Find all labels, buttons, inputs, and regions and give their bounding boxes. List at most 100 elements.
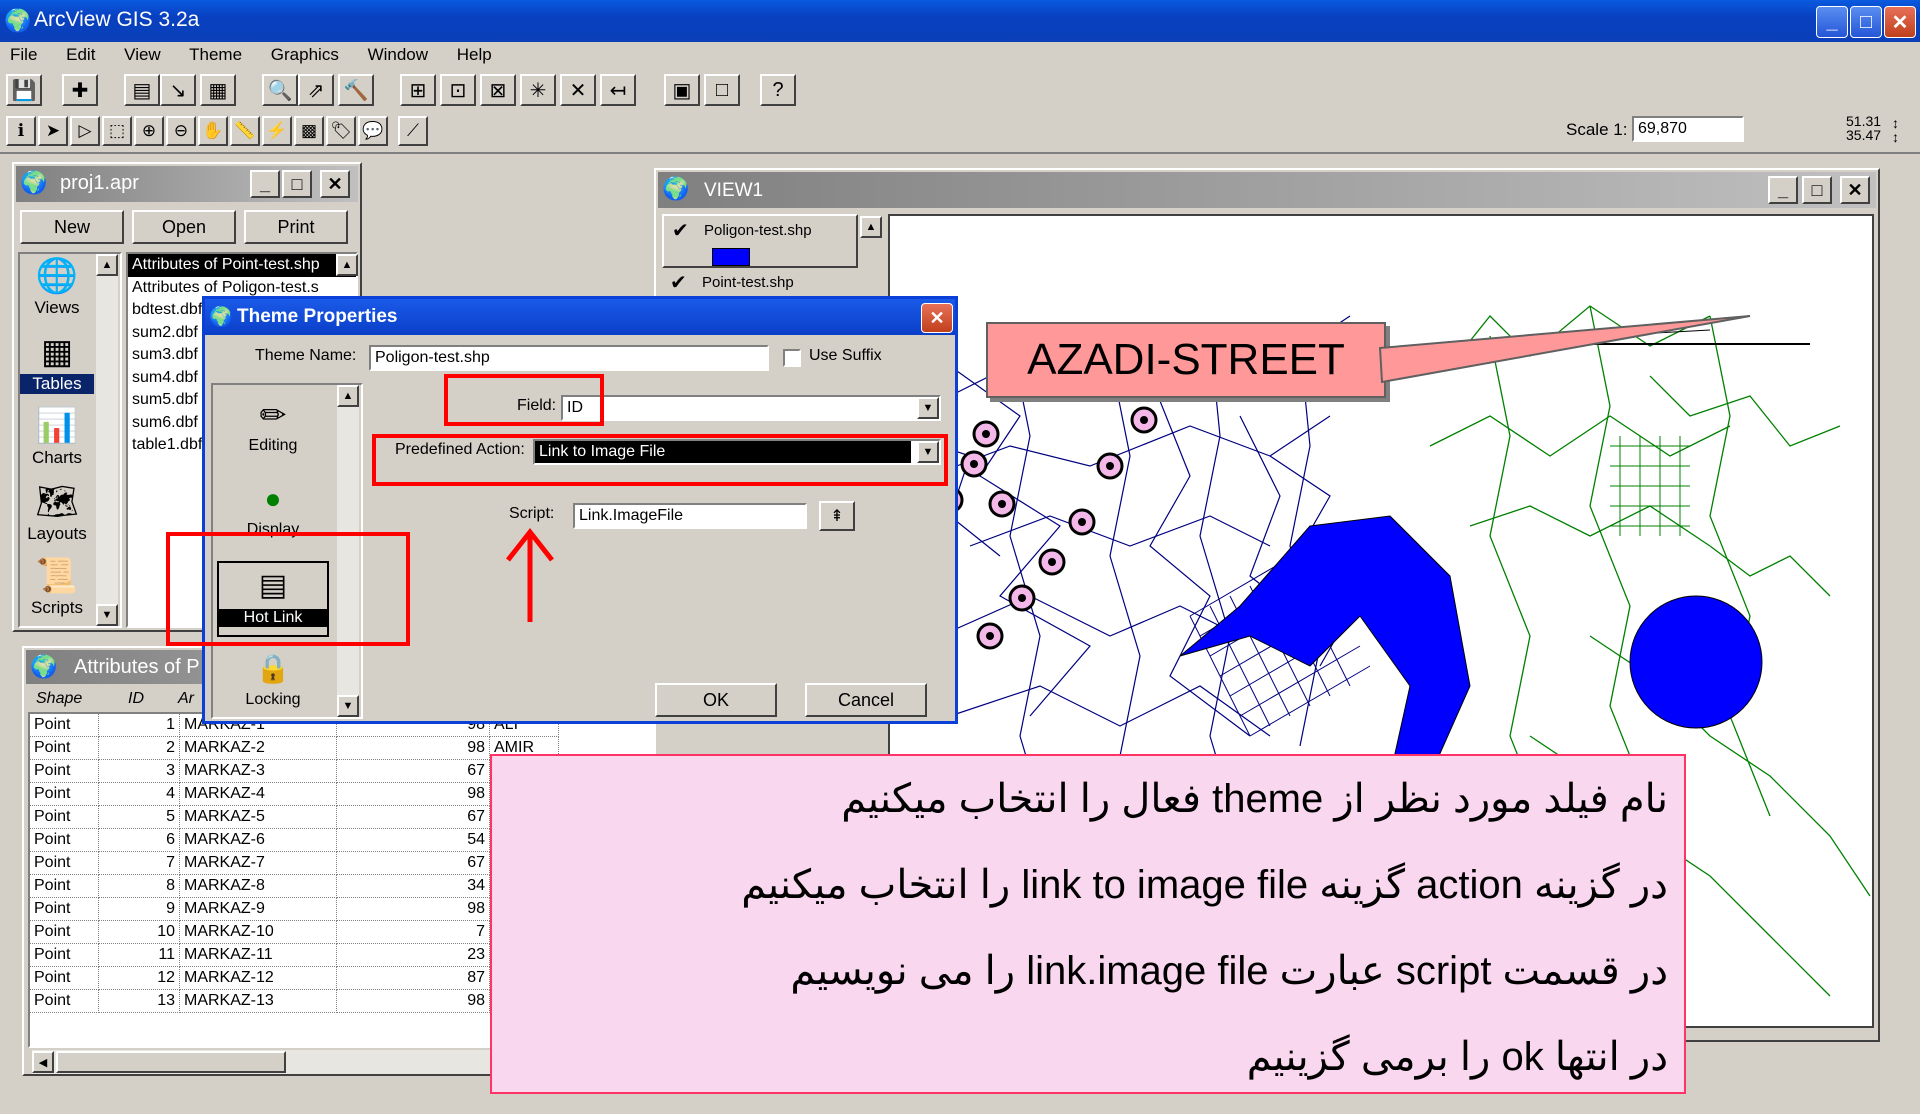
label-icon[interactable]: 🏷: [326, 116, 356, 146]
menu-file[interactable]: File: [10, 45, 37, 64]
table-row[interactable]: Point 13 MARKAZ-13 98: [30, 989, 559, 1013]
menu-help[interactable]: Help: [457, 45, 492, 64]
ok-button[interactable]: OK: [655, 683, 777, 717]
table-row[interactable]: Point7MARKAZ-767J: [30, 851, 559, 875]
zoom-out-fixed-icon[interactable]: ✕: [560, 74, 596, 106]
views-item[interactable]: 🌐 Views: [20, 254, 94, 328]
table-list-item[interactable]: Attributes of Point-test.shp: [128, 254, 356, 277]
find-icon[interactable]: 🔍: [262, 74, 298, 106]
zoom-selected-icon[interactable]: ⊠: [480, 74, 516, 106]
project-minimize-button[interactable]: _: [250, 170, 280, 198]
open-table-icon[interactable]: ▦: [200, 74, 236, 106]
add-theme-icon[interactable]: ✚: [62, 74, 98, 106]
scroll-up-icon[interactable]: ▲: [96, 254, 118, 276]
menu-view[interactable]: View: [124, 45, 161, 64]
table-row[interactable]: Point4MARKAZ-498T: [30, 782, 559, 806]
table-row[interactable]: Point10MARKAZ-107G: [30, 920, 559, 944]
help-icon[interactable]: ?: [760, 74, 796, 106]
locate-address-icon[interactable]: ⇗: [298, 74, 334, 106]
script-browse-button[interactable]: ⇞: [819, 501, 855, 531]
minimize-button[interactable]: _: [1816, 6, 1848, 38]
charts-item[interactable]: 📊 Charts: [20, 404, 94, 478]
category-scroll-up-icon[interactable]: ▲: [337, 385, 359, 407]
project-open-button[interactable]: Open: [132, 210, 236, 244]
table-row[interactable]: Point5MARKAZ-567E: [30, 805, 559, 829]
theme-properties-icon[interactable]: ▤: [124, 74, 160, 106]
project-maximize-button[interactable]: □: [282, 170, 312, 198]
table-row[interactable]: Point3MARKAZ-367Z: [30, 759, 559, 783]
pan-icon[interactable]: ✋: [198, 116, 228, 146]
view-minimize-button[interactable]: _: [1768, 176, 1798, 204]
menu-edit[interactable]: Edit: [66, 45, 95, 64]
attributes-title: Attributes of P: [74, 656, 200, 678]
pointer-icon[interactable]: ➤: [38, 116, 68, 146]
edit-legend-icon[interactable]: ↘: [160, 74, 196, 106]
draw-line-icon[interactable]: ⟋: [398, 116, 428, 146]
table-cell: Point: [30, 897, 99, 921]
table-row[interactable]: Point11MARKAZ-1123M: [30, 943, 559, 967]
field-dropdown-icon[interactable]: ▼: [917, 397, 939, 419]
save-icon[interactable]: 💾: [6, 74, 42, 106]
zoom-previous-icon[interactable]: ↤: [600, 74, 636, 106]
column-header-id[interactable]: ID: [128, 690, 144, 708]
category-scroll-down-icon[interactable]: ▼: [337, 695, 359, 717]
zoom-active-icon[interactable]: ⊡: [440, 74, 476, 106]
locking-category[interactable]: 🔒 Locking: [217, 647, 329, 719]
table-row[interactable]: Point 2 MARKAZ-2 98 AMIR: [30, 736, 559, 760]
clear-selection-icon[interactable]: □: [704, 74, 740, 106]
query-builder-icon[interactable]: 🔨: [338, 74, 374, 106]
close-button[interactable]: ✕: [1884, 6, 1916, 38]
select-features-icon[interactable]: ▣: [664, 74, 700, 106]
legend-scroll-up-icon[interactable]: ▲: [860, 216, 882, 238]
scroll-down-icon[interactable]: ▼: [96, 604, 118, 626]
scale-input[interactable]: 69,870: [1632, 116, 1744, 142]
table-cell: 54: [336, 828, 490, 852]
layouts-item[interactable]: 🗺 Layouts: [20, 480, 94, 554]
table-row[interactable]: Point9MARKAZ-998L: [30, 897, 559, 921]
text-icon[interactable]: 💬: [358, 116, 388, 146]
vertex-edit-icon[interactable]: ▷: [70, 116, 100, 146]
view-close-button[interactable]: ✕: [1840, 176, 1870, 204]
tables-item[interactable]: ▦ Tables: [20, 330, 94, 404]
zoom-out-icon[interactable]: ⊖: [166, 116, 196, 146]
menu-graphics[interactable]: Graphics: [271, 45, 339, 64]
table-cell: 1: [98, 714, 180, 737]
table-cell: 12: [98, 966, 180, 990]
select-feature-icon[interactable]: ⬚: [102, 116, 132, 146]
area-of-interest-icon[interactable]: ▩: [294, 116, 324, 146]
hotlink-icon[interactable]: ⚡: [262, 116, 292, 146]
zoom-full-icon[interactable]: ⊞: [400, 74, 436, 106]
table-cell: Point: [30, 989, 99, 1013]
scroll-left-icon[interactable]: ◀: [32, 1051, 54, 1073]
dialog-close-button[interactable]: ✕: [921, 303, 953, 333]
maximize-button[interactable]: □: [1850, 6, 1882, 38]
use-suffix-checkbox[interactable]: [783, 349, 801, 367]
field-select[interactable]: ID ▼: [561, 395, 941, 421]
table-row[interactable]: Point6MARKAZ-654M: [30, 828, 559, 852]
view-maximize-button[interactable]: □: [1802, 176, 1832, 204]
table-list-scroll-up-icon[interactable]: ▲: [336, 254, 358, 276]
scroll-thumb[interactable]: [56, 1051, 286, 1073]
table-row[interactable]: Point8MARKAZ-834R: [30, 874, 559, 898]
cancel-button[interactable]: Cancel: [805, 683, 927, 717]
doc-type-scrollbar[interactable]: [96, 254, 118, 626]
column-header-shape[interactable]: Shape: [36, 690, 82, 708]
scripts-item[interactable]: 📜 Scripts: [20, 554, 94, 628]
theme-name-input[interactable]: Poligon-test.shp: [369, 345, 769, 371]
script-input[interactable]: Link.ImageFile: [573, 503, 807, 529]
legend-entry-poligon[interactable]: ✔ Poligon-test.shp: [662, 214, 858, 268]
visible-check-icon[interactable]: ✔: [672, 218, 689, 243]
project-new-button[interactable]: New: [20, 210, 124, 244]
zoom-in-icon[interactable]: ⊕: [134, 116, 164, 146]
zoom-in-fixed-icon[interactable]: ✳: [520, 74, 556, 106]
column-header-area[interactable]: Ar: [178, 690, 194, 708]
project-close-button[interactable]: ✕: [320, 170, 350, 198]
identify-icon[interactable]: ℹ: [6, 116, 36, 146]
editing-category[interactable]: ✏ Editing: [217, 393, 329, 465]
visible-check-icon[interactable]: ✔: [670, 270, 687, 295]
table-row[interactable]: Point 12 MARKAZ-12 87: [30, 966, 559, 990]
measure-icon[interactable]: 📏: [230, 116, 260, 146]
menu-theme[interactable]: Theme: [189, 45, 242, 64]
menu-window[interactable]: Window: [368, 45, 428, 64]
project-print-button[interactable]: Print: [244, 210, 348, 244]
